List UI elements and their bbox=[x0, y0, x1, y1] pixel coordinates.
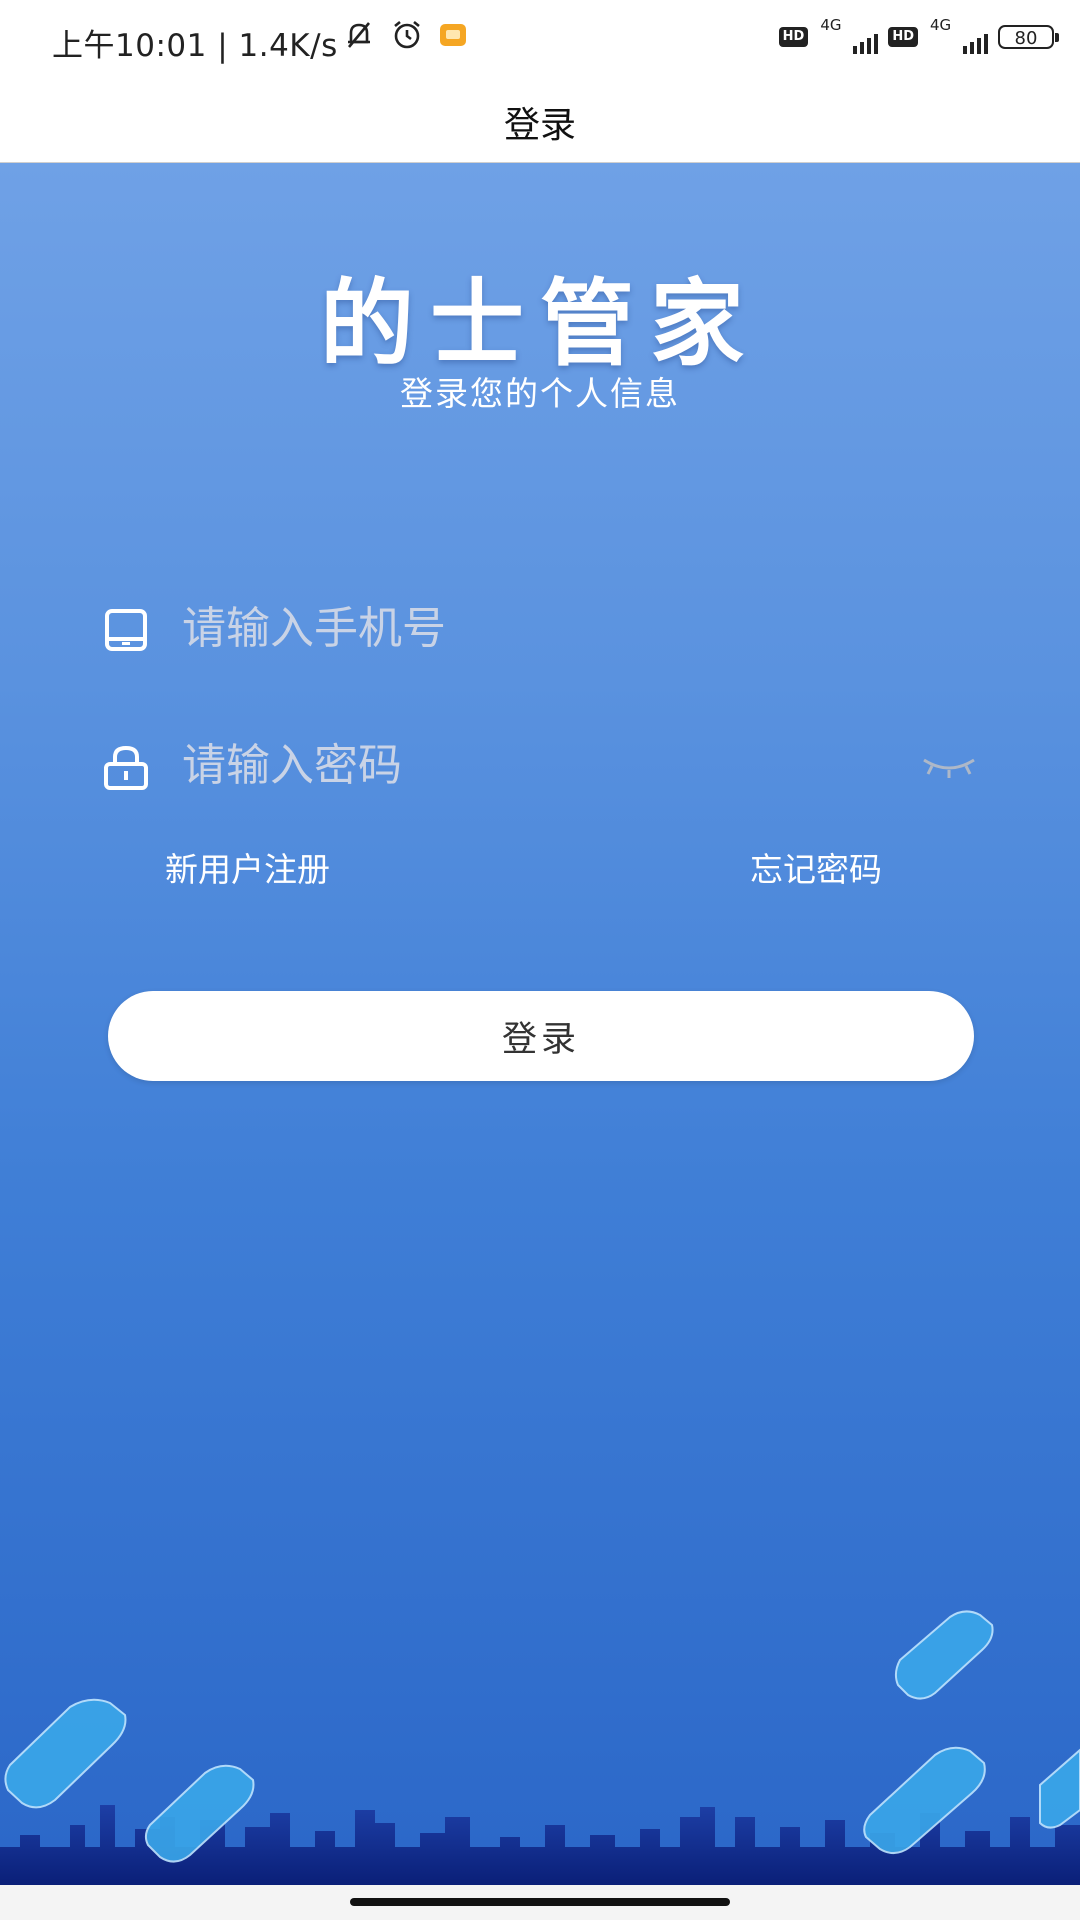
car-illustration-right bbox=[863, 1610, 1080, 1854]
login-background: 的士管家 登录您的个人信息 新用户注册 忘记密码 登录 bbox=[0, 163, 1080, 1885]
alarm-icon bbox=[394, 20, 420, 49]
hd-badge-1: HD bbox=[778, 27, 809, 47]
clock-text: 上午10:01 bbox=[52, 28, 207, 64]
network-type-2: 4G bbox=[930, 16, 952, 34]
city-skyline-illustration bbox=[0, 1610, 1080, 1885]
signal-icon-1: 4G bbox=[818, 16, 879, 54]
lock-icon bbox=[104, 745, 148, 790]
notification-icons bbox=[342, 18, 468, 52]
battery-icon: 80 bbox=[998, 25, 1059, 49]
phone-field bbox=[100, 583, 980, 673]
login-button[interactable]: 登录 bbox=[108, 991, 974, 1081]
eye-closed-icon[interactable] bbox=[918, 746, 980, 786]
phone-icon bbox=[105, 609, 147, 651]
signal-icon-2: 4G bbox=[928, 16, 988, 54]
forgot-password-link[interactable]: 忘记密码 bbox=[750, 843, 882, 891]
system-nav-bar bbox=[0, 1885, 1080, 1920]
home-indicator[interactable] bbox=[350, 1898, 730, 1906]
register-link[interactable]: 新用户注册 bbox=[165, 843, 330, 891]
status-time: 上午10:01 | 1.4K/s bbox=[52, 20, 338, 65]
network-type-1: 4G bbox=[820, 16, 842, 34]
app-notification-icon bbox=[440, 24, 466, 46]
page-title: 登录 bbox=[503, 105, 576, 146]
phone-input[interactable] bbox=[180, 591, 884, 665]
network-speed: 1.4K/s bbox=[238, 28, 338, 64]
status-bar: 上午10:01 | 1.4K/s HD 4G HD 4G 80 bbox=[0, 0, 1080, 76]
separator: | bbox=[206, 28, 239, 64]
login-subtitle: 登录您的个人信息 bbox=[400, 374, 680, 413]
system-status-icons: HD 4G HD 4G 80 bbox=[778, 16, 1059, 54]
nav-header: 登录 bbox=[0, 76, 1080, 163]
password-input[interactable] bbox=[180, 728, 884, 802]
hd-badge-2: HD bbox=[888, 27, 918, 47]
password-field bbox=[100, 720, 980, 810]
app-logo-text: 的士管家 bbox=[319, 269, 760, 379]
mute-bell-icon bbox=[348, 22, 370, 48]
